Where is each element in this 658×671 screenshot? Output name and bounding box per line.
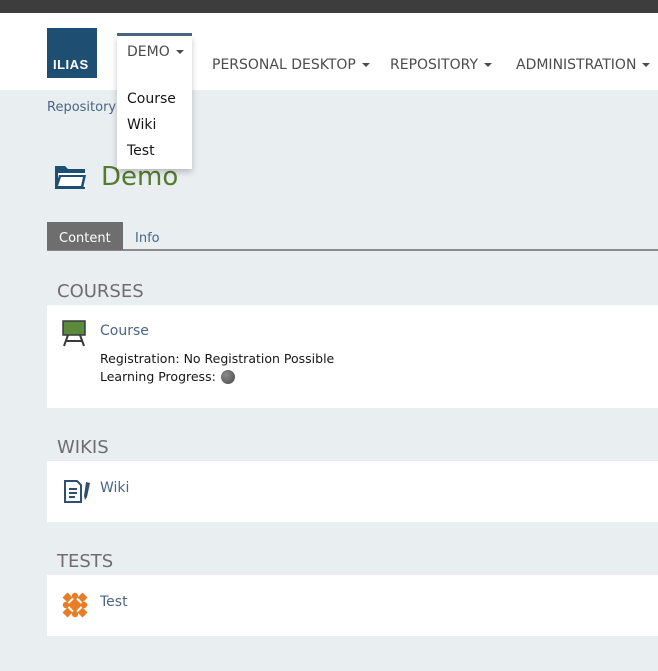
caret-down-icon: [175, 50, 184, 54]
wiki-link[interactable]: Wiki: [100, 480, 129, 496]
learning-progress-property: Learning Progress:: [100, 369, 235, 384]
test-puzzle-icon: [62, 592, 88, 618]
dropdown-item-test[interactable]: Test: [127, 142, 176, 168]
tests-panel: Test: [47, 575, 658, 636]
courses-panel: Course Registration: No Registration Pos…: [47, 305, 658, 408]
nav-demo[interactable]: DEMO: [127, 44, 184, 60]
learning-progress-status-icon: [220, 369, 235, 384]
test-link[interactable]: Test: [100, 594, 128, 610]
caret-down-icon: [361, 63, 370, 67]
tab-bar: Content Info: [47, 222, 658, 251]
tab-content[interactable]: Content: [47, 222, 123, 250]
nav-repository[interactable]: REPOSITORY: [390, 57, 493, 73]
breadcrumb-repository[interactable]: Repository: [47, 100, 116, 115]
wiki-icon: [64, 480, 90, 503]
header: ILIAS PERSONAL DESKTOP REPOSITORY ADMINI…: [0, 13, 658, 90]
dropdown-list: Course Wiki Test: [127, 90, 176, 168]
breadcrumb[interactable]: Repository: [47, 100, 116, 115]
dropdown-item-course[interactable]: Course: [127, 90, 176, 116]
demo-dropdown-menu: DEMO Course Wiki Test: [117, 36, 192, 169]
caret-down-icon: [642, 63, 651, 67]
wikis-panel: Wiki: [47, 461, 658, 522]
block-title-wikis: WIKIS: [57, 437, 109, 458]
course-blackboard-icon: [62, 320, 86, 347]
folder-icon: [55, 166, 86, 189]
tab-info[interactable]: Info: [123, 222, 172, 250]
nav-personal-desktop[interactable]: PERSONAL DESKTOP: [212, 57, 370, 73]
block-title-tests: TESTS: [57, 551, 114, 572]
ilias-logo[interactable]: ILIAS: [47, 28, 97, 78]
caret-down-icon: [484, 63, 493, 67]
nav-administration[interactable]: ADMINISTRATION: [516, 57, 651, 73]
course-link[interactable]: Course: [100, 323, 149, 339]
block-title-courses: COURSES: [57, 281, 144, 302]
registration-property: Registration: No Registration Possible: [100, 351, 335, 366]
dropdown-item-wiki[interactable]: Wiki: [127, 116, 176, 142]
top-bar: [0, 0, 658, 13]
